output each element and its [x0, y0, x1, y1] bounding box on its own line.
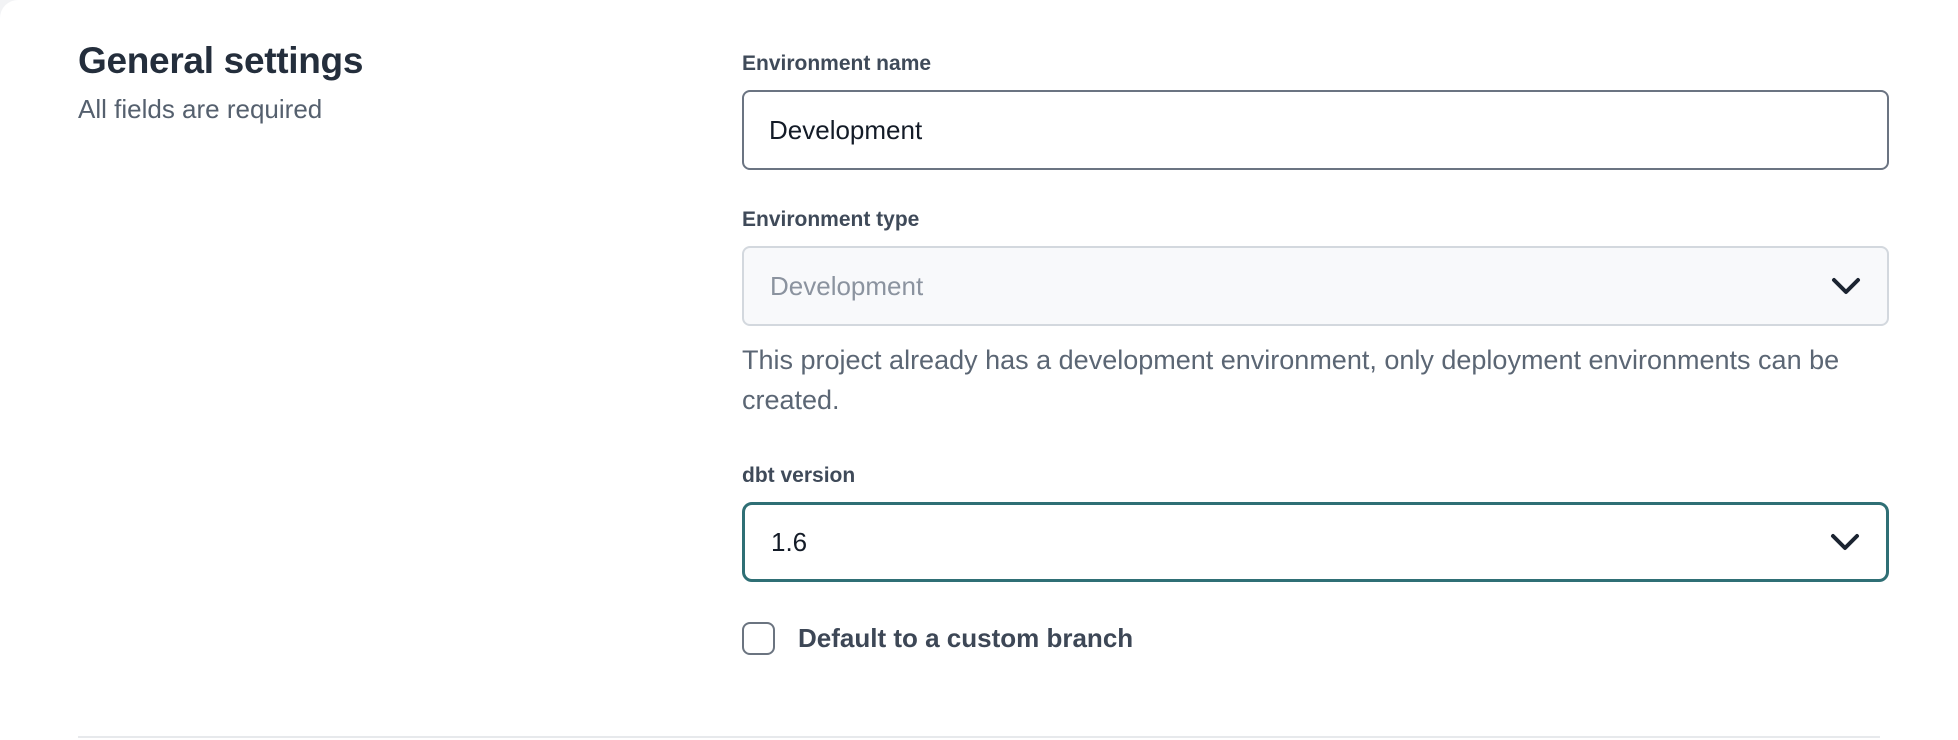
general-settings-panel: General settings All fields are required… — [0, 0, 1958, 740]
environment-type-helper-text: This project already has a development e… — [742, 340, 1842, 420]
custom-branch-label[interactable]: Default to a custom branch — [798, 622, 1133, 655]
dbt-version-select[interactable]: 1.6 — [742, 502, 1889, 582]
page-subtitle: All fields are required — [78, 92, 658, 126]
environment-type-label: Environment type — [742, 206, 1889, 233]
chevron-down-icon — [1831, 277, 1861, 296]
dbt-version-value: 1.6 — [771, 527, 807, 558]
section-divider — [78, 736, 1880, 738]
custom-branch-checkbox[interactable] — [742, 622, 775, 655]
environment-name-input[interactable] — [742, 90, 1889, 170]
environment-name-label: Environment name — [742, 50, 1889, 77]
section-intro: General settings All fields are required — [78, 38, 658, 126]
page-title: General settings — [78, 38, 658, 84]
environment-type-select: Development — [742, 246, 1889, 326]
general-settings-form: Environment name Environment type Develo… — [742, 50, 1889, 655]
environment-type-value: Development — [770, 271, 923, 302]
custom-branch-row: Default to a custom branch — [742, 622, 1889, 655]
dbt-version-label: dbt version — [742, 462, 1889, 489]
chevron-down-icon — [1830, 533, 1860, 552]
